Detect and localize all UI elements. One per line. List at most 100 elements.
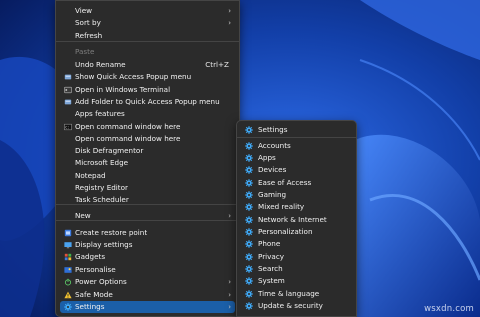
menu-item-registry-editor[interactable]: Registry Editor	[60, 182, 235, 194]
menu-item-open-command-window-here[interactable]: C: Open command window here	[60, 121, 235, 133]
submenu-item-label: Ease of Access	[258, 178, 312, 187]
submenu-item-label: Privacy	[258, 252, 285, 261]
menu-item-open-command-window-here-2[interactable]: Open command window here	[60, 133, 235, 145]
menu-item-sort-by[interactable]: Sort by ›	[60, 17, 235, 29]
gear-icon	[245, 154, 253, 162]
menu-separator	[56, 41, 239, 42]
submenu-item-label: Mixed reality	[258, 202, 305, 211]
menu-item-microsoft-edge[interactable]: Microsoft Edge	[60, 157, 235, 169]
gear-icon	[245, 253, 253, 261]
menu-item-create-restore-point[interactable]: Create restore point	[60, 227, 235, 239]
gear-icon	[245, 240, 253, 248]
desktop-context-menu: View › Sort by › Refresh Paste Undo Rename Ctrl…	[55, 0, 240, 317]
menu-item-label: Settings	[75, 302, 105, 311]
menu-item-label: Sort by	[75, 18, 101, 27]
submenu-item-time-and-language[interactable]: Time & language	[241, 288, 352, 300]
submenu-item-label: Accounts	[258, 141, 291, 150]
submenu-item-label: Search	[258, 264, 283, 273]
menu-item-label: Disk Defragmentor	[75, 146, 144, 155]
submenu-item-mixed-reality[interactable]: Mixed reality	[241, 201, 352, 213]
menu-item-label: Apps features	[75, 109, 125, 118]
menu-item-label: Display settings	[75, 240, 133, 249]
submenu-item-search[interactable]: Search	[241, 263, 352, 275]
submenu-item-label: System	[258, 276, 285, 285]
gear-icon	[245, 126, 253, 134]
gear-icon	[245, 216, 253, 224]
chevron-right-icon: ›	[228, 291, 231, 299]
menu-item-label: Power Options	[75, 277, 127, 286]
menu-item-label: Microsoft Edge	[75, 158, 129, 167]
submenu-item-label: Phone	[258, 239, 281, 248]
submenu-item-label: Settings	[258, 125, 288, 134]
watermark: wsxdn.com	[424, 304, 474, 314]
menu-item-label: Show Quick Access Popup menu	[75, 72, 192, 81]
menu-item-label: Safe Mode	[75, 290, 113, 299]
menu-item-undo-rename[interactable]: Undo Rename Ctrl+Z	[60, 59, 235, 71]
menu-separator	[56, 220, 239, 221]
menu-separator	[56, 204, 239, 205]
submenu-item-phone[interactable]: Phone	[241, 238, 352, 250]
gadgets-icon	[64, 253, 72, 261]
gear-icon	[245, 290, 253, 298]
submenu-item-system[interactable]: System	[241, 275, 352, 287]
display-icon	[64, 241, 72, 249]
submenu-item-update-and-security[interactable]: Update & security	[241, 300, 352, 312]
menu-item-label: View	[75, 6, 93, 15]
gear-icon	[245, 191, 253, 199]
gear-icon	[64, 303, 72, 311]
submenu-item-label: Network & Internet	[258, 215, 327, 224]
menu-item-label: Open command window here	[75, 134, 181, 143]
menu-item-label: Open in Windows Terminal	[75, 85, 171, 94]
chevron-right-icon: ›	[228, 19, 231, 27]
menu-separator	[237, 137, 356, 138]
submenu-item-ease-of-access[interactable]: Ease of Access	[241, 177, 352, 189]
menu-item-display-settings[interactable]: Display settings	[60, 239, 235, 251]
chevron-right-icon: ›	[228, 278, 231, 286]
menu-item-notepad[interactable]: Notepad	[60, 170, 235, 182]
gear-icon	[245, 228, 253, 236]
menu-item-label: Create restore point	[75, 228, 148, 237]
submenu-item-label: Update & security	[258, 301, 323, 310]
menu-item-open-in-windows-terminal[interactable]: Open in Windows Terminal	[60, 84, 235, 96]
submenu-item-personalization[interactable]: Personalization	[241, 226, 352, 238]
personalise-icon	[64, 266, 72, 274]
gear-icon	[245, 179, 253, 187]
menu-item-disk-defragmentor[interactable]: Disk Defragmentor	[60, 145, 235, 157]
menu-item-settings[interactable]: Settings ›	[60, 301, 235, 313]
gear-icon	[245, 302, 253, 310]
warning-icon	[64, 291, 72, 299]
menu-item-label: Add Folder to Quick Access Popup menu	[75, 97, 220, 106]
menu-item-label: Gadgets	[75, 252, 106, 261]
chevron-right-icon: ›	[228, 303, 231, 311]
gear-icon	[245, 166, 253, 174]
submenu-item-privacy[interactable]: Privacy	[241, 251, 352, 263]
menu-item-gadgets[interactable]: Gadgets	[60, 251, 235, 263]
menu-item-add-folder-to-quick-access-popup-menu[interactable]: Add Folder to Quick Access Popup menu	[60, 96, 235, 108]
menu-item-label: Personalise	[75, 265, 116, 274]
submenu-item-accounts[interactable]: Accounts	[241, 140, 352, 152]
cmd-icon: C:	[64, 123, 72, 131]
menu-item-safe-mode[interactable]: Safe Mode ›	[60, 289, 235, 301]
submenu-item-devices[interactable]: Devices	[241, 164, 352, 176]
shortcut-label: Ctrl+Z	[205, 60, 229, 69]
submenu-item-label: Personalization	[258, 227, 313, 236]
submenu-item-settings[interactable]: Settings	[241, 124, 352, 136]
menu-item-paste[interactable]: Paste	[60, 46, 235, 58]
terminal-icon	[64, 86, 72, 94]
menu-item-apps-features[interactable]: Apps features	[60, 108, 235, 120]
menu-item-show-quick-access-popup-menu[interactable]: Show Quick Access Popup menu	[60, 71, 235, 83]
menu-item-label: Notepad	[75, 171, 106, 180]
menu-item-personalise[interactable]: Personalise	[60, 264, 235, 276]
gear-icon	[245, 265, 253, 273]
quick-access-icon	[64, 73, 72, 81]
submenu-item-label: Apps	[258, 153, 276, 162]
menu-item-power-options[interactable]: Power Options ›	[60, 276, 235, 288]
submenu-item-gaming[interactable]: Gaming	[241, 189, 352, 201]
submenu-item-apps[interactable]: Apps	[241, 152, 352, 164]
quick-access-icon	[64, 98, 72, 106]
menu-item-label: Registry Editor	[75, 183, 128, 192]
menu-item-view[interactable]: View ›	[60, 5, 235, 17]
submenu-item-label: Devices	[258, 165, 287, 174]
gear-icon	[245, 142, 253, 150]
submenu-item-network-and-internet[interactable]: Network & Internet	[241, 214, 352, 226]
